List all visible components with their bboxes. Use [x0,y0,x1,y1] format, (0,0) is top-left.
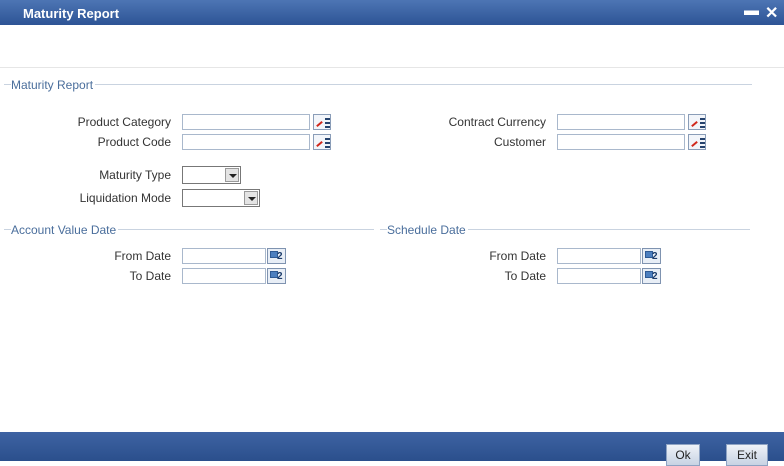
customer-lov-icon[interactable] [688,134,706,150]
account-to-date-input[interactable] [182,268,266,284]
calendar-icon[interactable]: 2 [642,248,661,264]
customer-input[interactable] [557,134,685,150]
contract-currency-lov-icon[interactable] [688,114,706,130]
header-strip [0,25,784,68]
schedule-to-date-input[interactable] [557,268,641,284]
schedule-to-date-label: To Date [504,269,546,283]
close-icon[interactable]: ✕ [765,3,778,23]
minimize-icon[interactable]: ▬ [744,2,759,19]
section-title-schedule-date: Schedule Date [387,223,468,237]
product-category-label: Product Category [77,115,171,129]
product-category-lov-icon[interactable] [313,114,331,130]
liquidation-mode-label: Liquidation Mode [79,191,171,205]
account-from-date-input[interactable] [182,248,266,264]
footer-bar: Ok Exit [0,432,784,466]
calendar-icon[interactable]: 2 [267,268,286,284]
maturity-type-label: Maturity Type [99,168,171,182]
schedule-from-date-input[interactable] [557,248,641,264]
product-code-label: Product Code [97,135,171,149]
form-body: Maturity Report Product Category Product… [0,68,784,432]
liquidation-mode-select[interactable] [182,189,260,207]
product-code-lov-icon[interactable] [313,134,331,150]
window-titlebar: Maturity Report ▬ ✕ [0,0,784,25]
product-category-input[interactable] [182,114,310,130]
ok-button[interactable]: Ok [666,444,700,466]
exit-button[interactable]: Exit [726,444,768,466]
schedule-from-date-label: From Date [489,249,546,263]
chevron-down-icon[interactable] [244,191,258,205]
account-from-date-label: From Date [114,249,171,263]
section-title-account-value-date: Account Value Date [11,223,119,237]
window-title: Maturity Report [23,6,120,21]
section-title-maturity-report: Maturity Report [11,78,96,92]
chevron-down-icon[interactable] [225,168,239,182]
customer-label: Customer [493,135,546,149]
account-to-date-label: To Date [129,269,171,283]
maturity-type-select[interactable] [182,166,241,184]
section-rule-maturity [4,84,752,85]
calendar-icon[interactable]: 2 [642,268,661,284]
calendar-icon[interactable]: 2 [267,248,286,264]
product-code-input[interactable] [182,134,310,150]
contract-currency-label: Contract Currency [448,115,546,129]
contract-currency-input[interactable] [557,114,685,130]
